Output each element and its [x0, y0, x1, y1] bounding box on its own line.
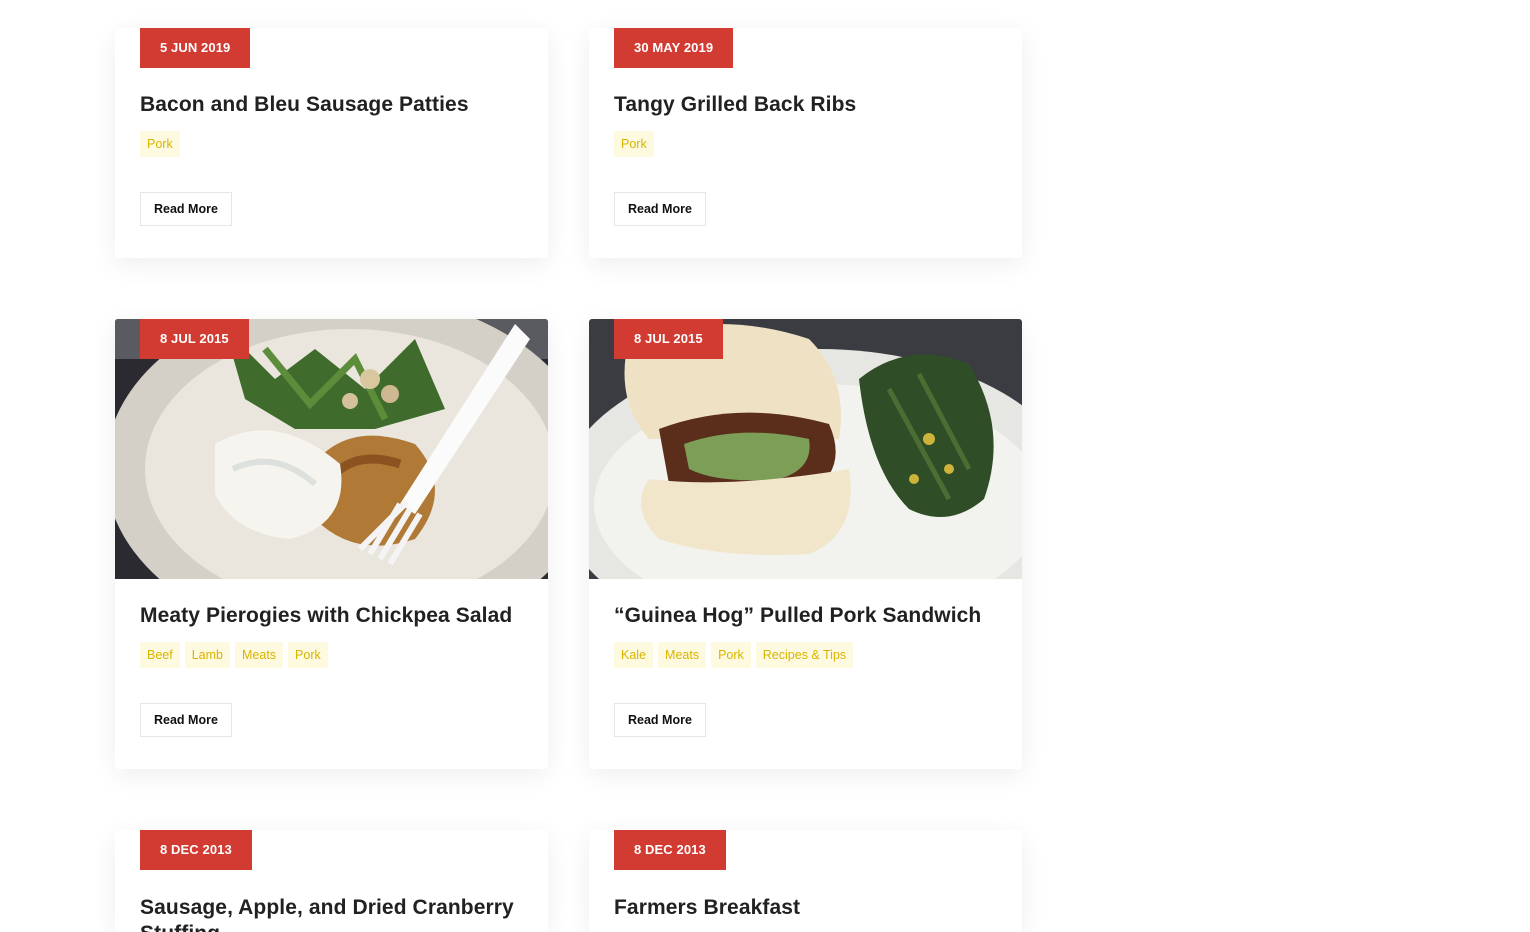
tag-beef[interactable]: Beef	[140, 642, 180, 668]
date-badge: 8 JUL 2015	[614, 319, 723, 359]
read-more-button[interactable]: Read More	[614, 192, 706, 226]
post-card: 8 DEC 2013 Sausage, Apple, and Dried Cra…	[115, 830, 548, 932]
post-card: 8 JUL 2015 “Guinea Hog” Pulled Pork Sand…	[589, 319, 1022, 769]
post-card: 8 DEC 2013 Farmers Breakfast	[589, 830, 1022, 932]
post-title[interactable]: Sausage, Apple, and Dried Cranberry Stuf…	[140, 895, 530, 932]
post-card: 30 MAY 2019 Tangy Grilled Back Ribs Pork…	[589, 28, 1022, 258]
tag-pork[interactable]: Pork	[288, 642, 328, 668]
post-title[interactable]: “Guinea Hog” Pulled Pork Sandwich	[614, 603, 997, 629]
tag-pork[interactable]: Pork	[614, 131, 654, 157]
post-title[interactable]: Bacon and Bleu Sausage Patties	[140, 92, 523, 118]
read-more-button[interactable]: Read More	[140, 192, 232, 226]
read-more-button[interactable]: Read More	[140, 703, 232, 737]
tag-list: Kale Meats Pork Recipes & Tips	[614, 642, 997, 668]
date-badge: 8 JUL 2015	[140, 319, 249, 359]
tag-recipes-tips[interactable]: Recipes & Tips	[755, 642, 854, 668]
post-title[interactable]: Tangy Grilled Back Ribs	[614, 92, 997, 118]
post-card: 5 JUN 2019 Bacon and Bleu Sausage Pattie…	[115, 28, 548, 258]
read-more-button[interactable]: Read More	[614, 703, 706, 737]
date-badge: 8 DEC 2013	[614, 830, 726, 870]
date-badge: 8 DEC 2013	[140, 830, 252, 870]
post-card: 8 JUL 2015 Meaty Pierogies with Chickpea…	[115, 319, 548, 769]
date-badge: 5 JUN 2019	[140, 28, 251, 68]
tag-pork[interactable]: Pork	[140, 131, 180, 157]
tag-meats[interactable]: Meats	[235, 642, 284, 668]
post-title[interactable]: Meaty Pierogies with Chickpea Salad	[140, 603, 523, 629]
tag-list: Pork	[614, 131, 997, 157]
tag-list: Pork	[140, 131, 523, 157]
tag-pork[interactable]: Pork	[711, 642, 751, 668]
tag-lamb[interactable]: Lamb	[184, 642, 230, 668]
tag-kale[interactable]: Kale	[614, 642, 654, 668]
tag-meats[interactable]: Meats	[658, 642, 707, 668]
post-title[interactable]: Farmers Breakfast	[614, 895, 997, 921]
date-badge: 30 MAY 2019	[614, 28, 734, 68]
tag-list: Beef Lamb Meats Pork	[140, 642, 523, 668]
